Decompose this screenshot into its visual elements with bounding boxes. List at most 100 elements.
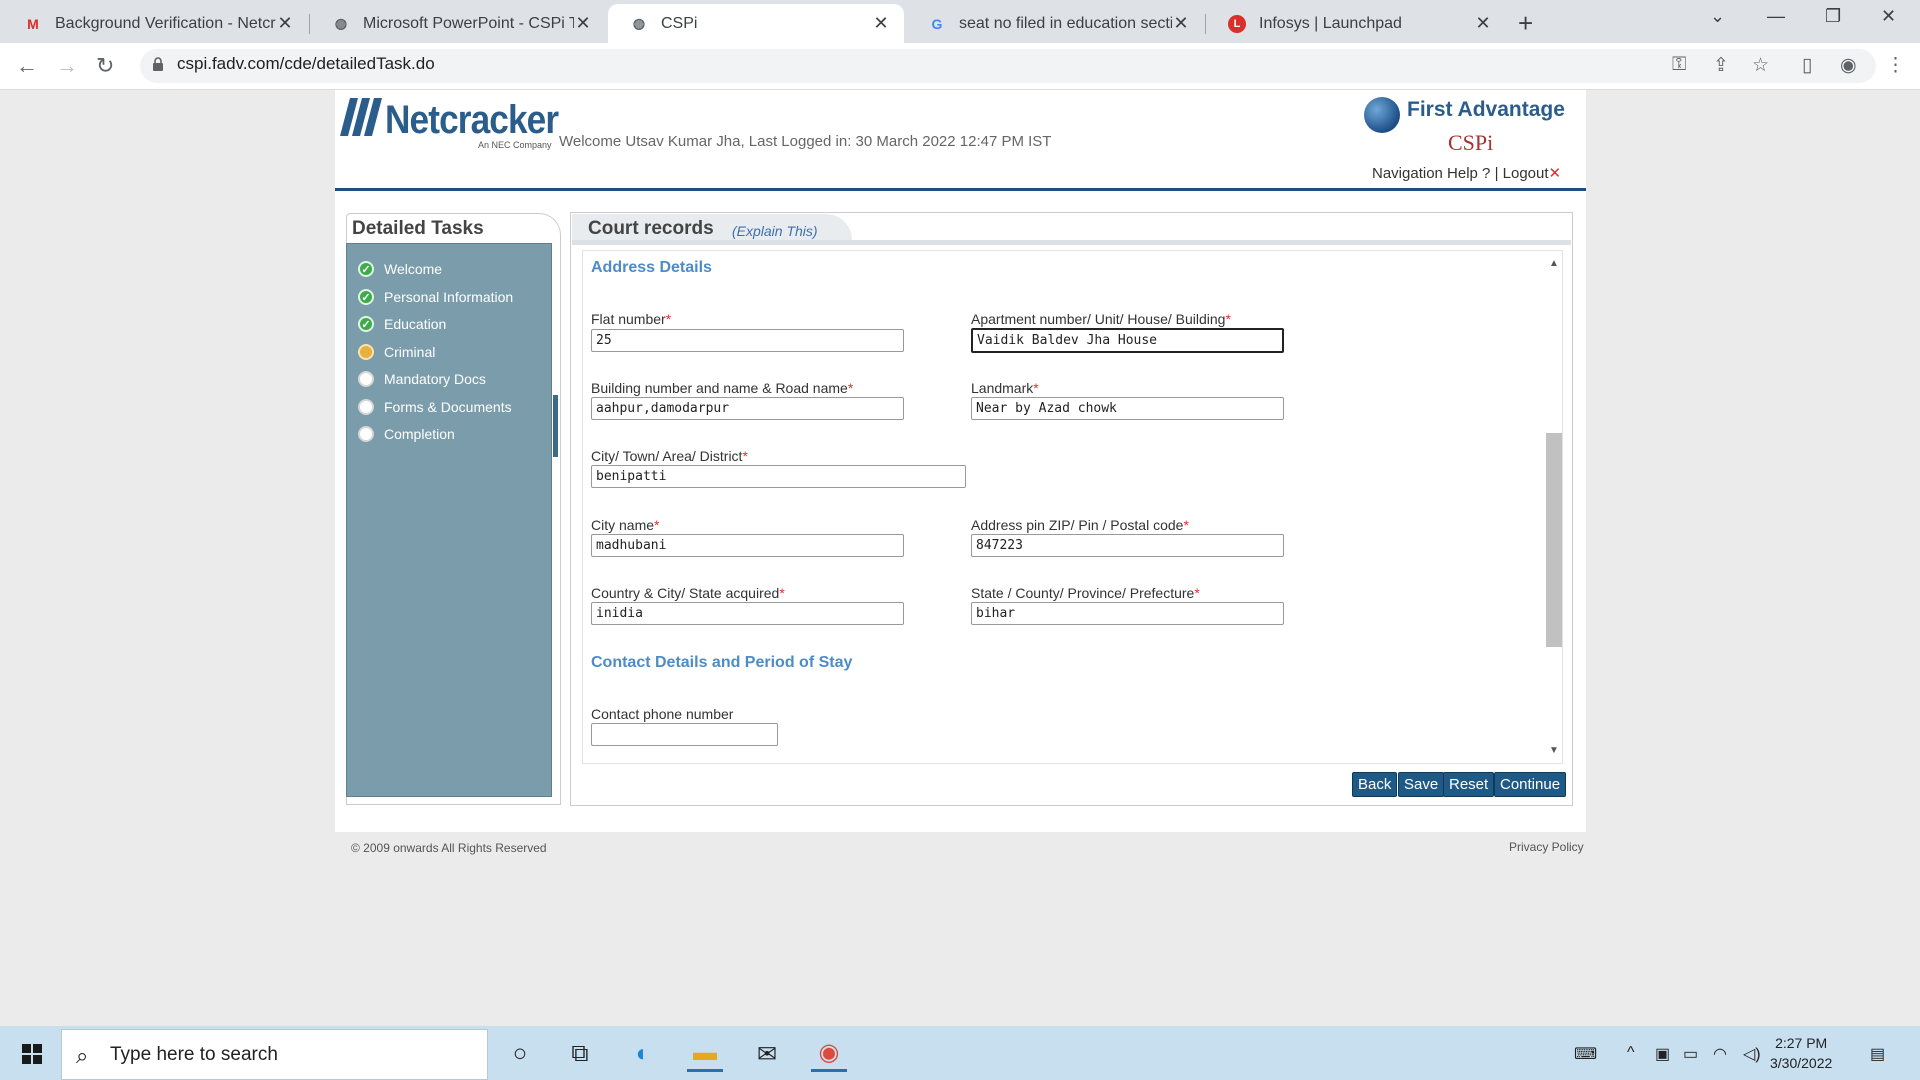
logout-x-icon[interactable]: ✕ [1549, 165, 1562, 182]
page-title: Court records [588, 218, 714, 239]
browser-tab-cspi[interactable]: ◍ CSPi ✕ [608, 4, 904, 43]
reload-icon[interactable]: ↻ [96, 53, 114, 79]
detailed-tasks-title: Detailed Tasks [352, 218, 484, 239]
chrome-icon[interactable]: ◉ [811, 1036, 847, 1072]
browser-tab-strip: M Background Verification - Netcra ✕ ◍ M… [0, 0, 1920, 43]
task-criminal[interactable]: Criminal [358, 344, 435, 360]
navigation-help-link[interactable]: Navigation Help ? [1372, 165, 1490, 182]
scrollbar-thumb[interactable] [1546, 433, 1562, 647]
star-icon[interactable]: ☆ [1752, 54, 1769, 77]
scroll-up-arrow-icon[interactable]: ▲ [1549, 258, 1559, 269]
check-icon: ✓ [358, 261, 374, 277]
city-name-input[interactable]: madhubani [591, 534, 904, 557]
side-panel-icon[interactable]: ▯ [1802, 54, 1812, 77]
browser-tab-launchpad[interactable]: L Infosys | Launchpad ✕ [1206, 4, 1506, 43]
profile-avatar[interactable]: ◉ [1840, 54, 1857, 77]
pending-icon [358, 399, 374, 415]
close-window-button[interactable]: ✕ [1881, 6, 1896, 27]
in-progress-icon [358, 344, 374, 360]
task-education[interactable]: ✓ Education [358, 316, 446, 332]
scroll-down-arrow-icon[interactable]: ▼ [1549, 745, 1559, 756]
postal-code-input[interactable]: 847223 [971, 534, 1284, 557]
edge-icon[interactable]: ◐ [625, 1036, 661, 1072]
google-icon: G [931, 15, 943, 32]
file-explorer-icon[interactable]: ▬ [687, 1036, 723, 1072]
building-road-input[interactable]: aahpur,damodarpur [591, 397, 904, 420]
notifications-icon[interactable]: ▤ [1870, 1044, 1885, 1064]
country-label: Country & City/ State acquired* [591, 585, 785, 601]
country-input[interactable]: inidia [591, 602, 904, 625]
taskbar-search-placeholder[interactable]: Type here to search [110, 1044, 278, 1066]
task-mandatory-docs[interactable]: Mandatory Docs [358, 371, 486, 387]
browser-tab-google-search[interactable]: G seat no filed in education section ✕ [906, 4, 1204, 43]
save-button[interactable]: Save [1398, 772, 1445, 797]
task-personal-information[interactable]: ✓ Personal Information [358, 289, 513, 305]
search-icon: ⌕ [76, 1043, 89, 1068]
state-input[interactable]: bihar [971, 602, 1284, 625]
back-arrow-icon[interactable]: ← [16, 53, 38, 79]
task-welcome[interactable]: ✓ Welcome [358, 261, 442, 277]
back-button[interactable]: Back [1352, 772, 1398, 797]
logo-subtitle: An NEC Company [478, 140, 552, 150]
taskbar-clock[interactable]: 2:27 PM 3/30/2022 [1770, 1033, 1832, 1073]
windows-start-icon[interactable] [22, 1044, 42, 1064]
new-tab-button[interactable]: + [1518, 8, 1533, 39]
contact-phone-input[interactable] [591, 723, 778, 746]
first-advantage-logo: First Advantage [1407, 98, 1565, 121]
reset-button[interactable]: Reset [1443, 772, 1495, 797]
browser-tab-gmail[interactable]: M Background Verification - Netcra ✕ [2, 4, 308, 43]
tab-search-icon[interactable]: ⌄ [1710, 6, 1725, 27]
close-tab-icon[interactable]: ✕ [1172, 13, 1190, 34]
volume-icon[interactable]: ◁) [1743, 1044, 1761, 1064]
city-town-input[interactable]: benipatti [591, 465, 966, 488]
close-tab-icon[interactable]: ✕ [276, 13, 294, 34]
privacy-policy-link[interactable]: Privacy Policy [1509, 840, 1584, 854]
logout-link[interactable]: Logout [1503, 165, 1549, 182]
panel-splitter-handle[interactable] [553, 395, 558, 457]
city-town-label: City/ Town/ Area/ District* [591, 448, 748, 464]
forward-arrow-icon[interactable]: → [56, 53, 78, 79]
city-name-label: City name* [591, 517, 660, 533]
explain-this-link[interactable]: (Explain This) [732, 223, 818, 239]
task-completion[interactable]: Completion [358, 426, 455, 442]
landmark-input[interactable]: Near by Azad chowk [971, 397, 1284, 420]
mail-icon[interactable]: ✉ [749, 1036, 785, 1072]
check-icon: ✓ [358, 316, 374, 332]
address-details-heading: Address Details [591, 259, 712, 276]
lock-icon [153, 57, 163, 71]
keyboard-icon[interactable]: ⌨ [1574, 1044, 1597, 1064]
launchpad-icon: L [1228, 14, 1246, 33]
close-tab-icon[interactable]: ✕ [1474, 13, 1492, 34]
gmail-icon: M [27, 15, 39, 32]
maximize-button[interactable]: ❐ [1825, 6, 1841, 27]
header-links: Navigation Help ? | Logout✕ [1372, 165, 1562, 182]
building-road-label: Building number and name & Road name* [591, 380, 854, 396]
landmark-label: Landmark* [971, 380, 1039, 396]
netcracker-logo-icon [340, 98, 382, 136]
close-tab-icon[interactable]: ✕ [872, 13, 890, 34]
continue-button[interactable]: Continue [1494, 772, 1567, 797]
flat-number-label: Flat number* [591, 311, 672, 327]
meet-now-icon[interactable]: ▣ [1655, 1044, 1670, 1064]
minimize-button[interactable]: — [1767, 6, 1785, 27]
clock-time: 2:27 PM [1775, 1035, 1828, 1051]
apartment-input[interactable]: Vaidik Baldev Jha House [971, 328, 1284, 353]
contact-details-heading: Contact Details and Period of Stay [591, 654, 853, 671]
show-hidden-icons-chevron[interactable]: ^ [1627, 1044, 1635, 1062]
key-icon[interactable]: ⚿ [1672, 54, 1686, 76]
menu-kebab-icon[interactable]: ⋮ [1886, 54, 1905, 77]
flat-number-input[interactable]: 25 [591, 329, 904, 352]
task-view-icon[interactable]: ⧉ [562, 1036, 598, 1072]
cortana-icon[interactable]: ○ [502, 1036, 538, 1072]
battery-icon[interactable]: ▭ [1683, 1044, 1698, 1064]
task-forms-documents[interactable]: Forms & Documents [358, 399, 512, 415]
apartment-label: Apartment number/ Unit/ House/ Building* [971, 311, 1231, 327]
share-icon[interactable]: ⇪ [1713, 54, 1729, 77]
url-text[interactable]: cspi.fadv.com/cde/detailedTask.do [177, 54, 435, 74]
wifi-icon[interactable]: ◠ [1713, 1044, 1727, 1064]
close-tab-icon[interactable]: ✕ [574, 13, 592, 34]
netcracker-logo: Netcracker [385, 98, 559, 142]
browser-tab-powerpoint[interactable]: ◍ Microsoft PowerPoint - CSPi Trai ✕ [310, 4, 606, 43]
pending-icon [358, 371, 374, 387]
clock-date: 3/30/2022 [1770, 1055, 1833, 1071]
